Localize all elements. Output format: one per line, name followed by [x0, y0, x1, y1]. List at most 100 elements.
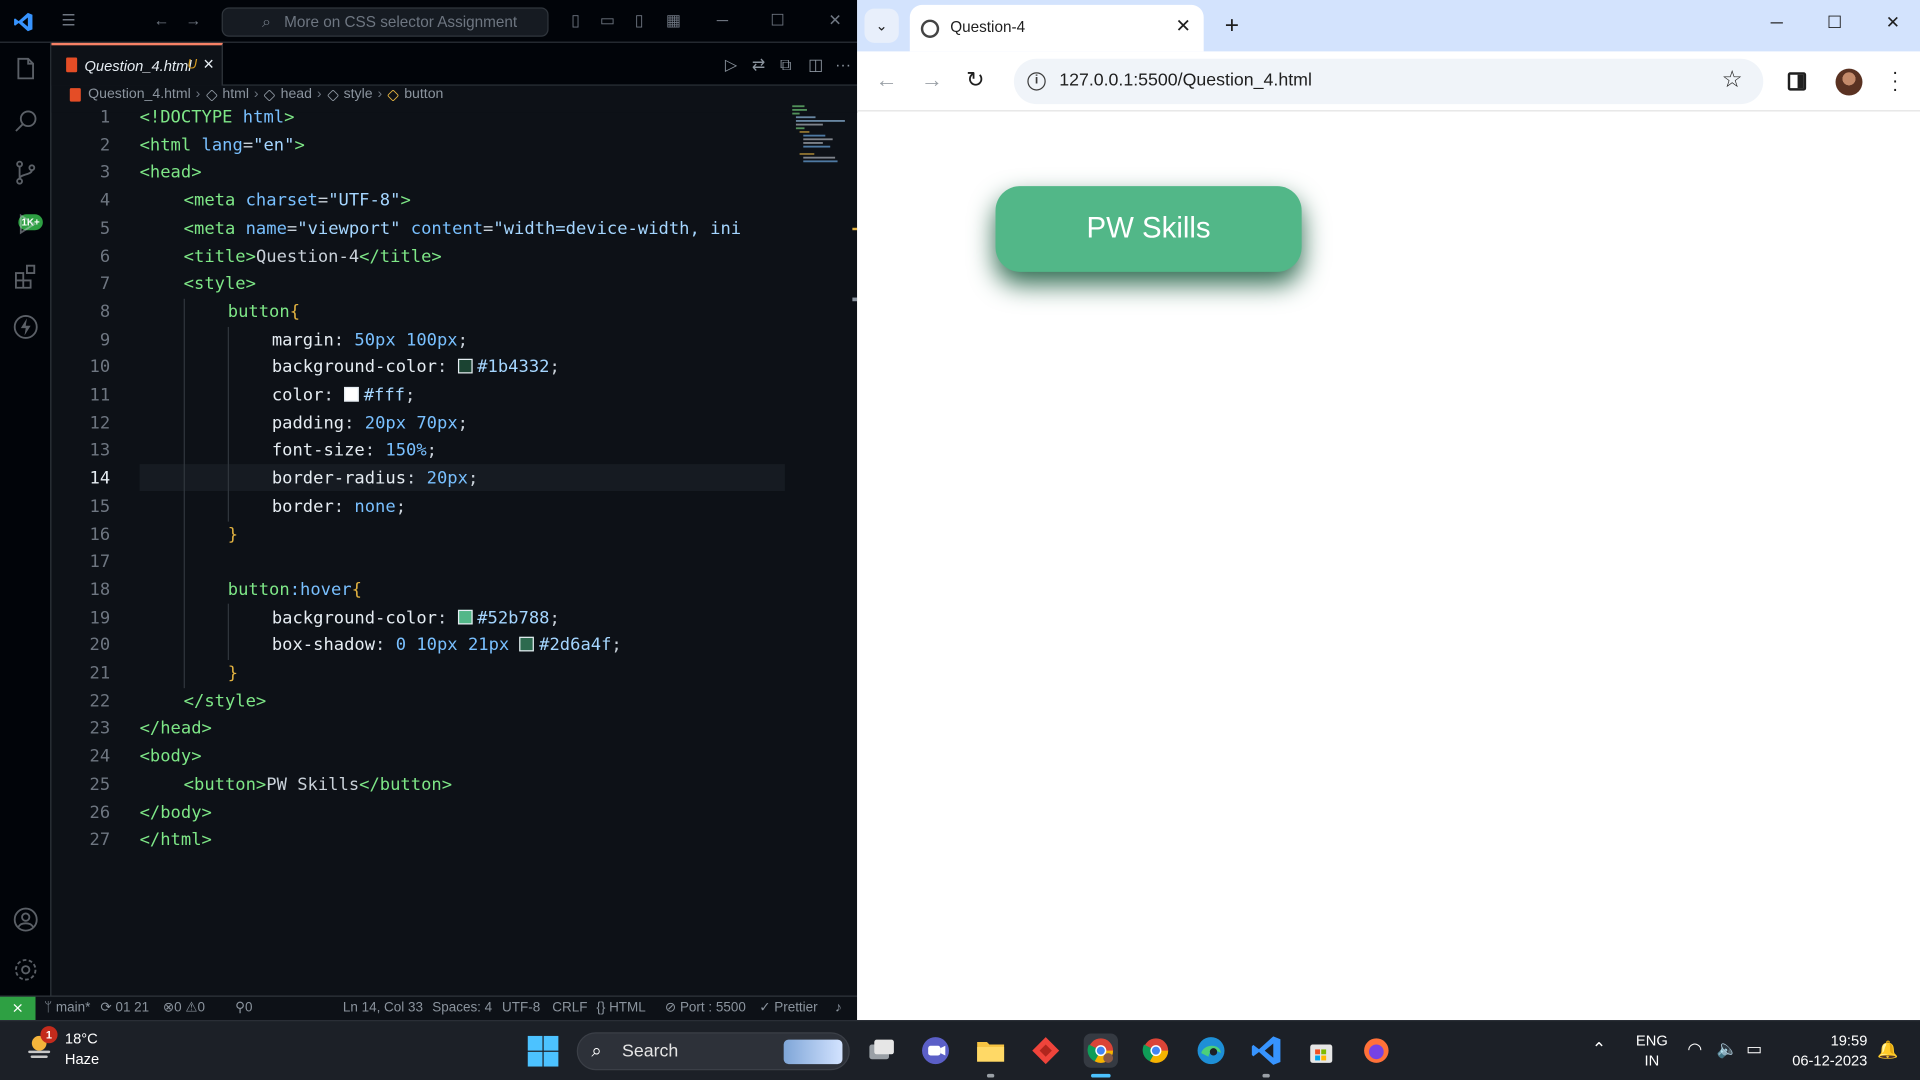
color-swatch[interactable]	[457, 609, 473, 624]
ports-status[interactable]: ⚲0	[235, 997, 252, 1020]
token: :	[323, 385, 345, 406]
remote-indicator-icon[interactable]: ⨯	[0, 996, 36, 1022]
customize-layout-icon[interactable]: ▦	[664, 12, 684, 29]
toggle-secondary-sidebar-icon[interactable]: ▯	[629, 12, 649, 29]
teams-chat-icon[interactable]	[918, 1033, 952, 1067]
search-label: Search	[622, 1042, 679, 1062]
open-preview-icon[interactable]: ⧉	[780, 56, 791, 72]
firefox-icon[interactable]	[1359, 1033, 1393, 1067]
close-tab-icon[interactable]: ×	[203, 54, 214, 75]
branch-status[interactable]: ᛘ main*	[44, 997, 90, 1020]
search-icon[interactable]	[11, 107, 40, 136]
extensions-icon[interactable]	[11, 261, 40, 290]
breadcrumb-style[interactable]: style	[344, 87, 373, 103]
site-info-icon[interactable]: i	[1027, 72, 1046, 91]
encoding-status[interactable]: UTF-8	[502, 997, 540, 1020]
close-window-icon[interactable]: ✕	[1886, 12, 1900, 33]
maximize-icon[interactable]: ☐	[1827, 12, 1842, 33]
system-clock[interactable]: 19:59 06-12-2023	[1788, 1031, 1868, 1070]
more-menu-icon[interactable]: · · ·	[1892, 63, 1899, 100]
token: charset	[235, 191, 318, 211]
compare-changes-icon[interactable]: ⇄	[752, 56, 765, 72]
maximize-icon[interactable]: ☐	[768, 12, 788, 29]
back-icon[interactable]: ←	[152, 12, 172, 29]
forward-icon[interactable]: →	[184, 12, 204, 29]
weather-description[interactable]: Haze	[65, 1051, 99, 1068]
breadcrumb-button[interactable]: button	[404, 87, 443, 103]
microsoft-store-icon[interactable]	[1304, 1033, 1338, 1067]
bookmark-star-icon[interactable]: ☆	[1722, 66, 1743, 94]
run-icon[interactable]: ▷	[725, 56, 737, 72]
problems-status[interactable]: ⊗0 ⚠0	[163, 997, 205, 1020]
eol-status[interactable]: CRLF	[552, 997, 587, 1020]
token: </style>	[183, 691, 267, 712]
breadcrumb-file[interactable]: Question_4.html	[88, 87, 191, 103]
code-line: background-color: #52b788;	[272, 604, 560, 631]
edge-icon[interactable]	[1194, 1033, 1228, 1067]
line-number: 19	[89, 608, 111, 628]
close-tab-icon[interactable]: ✕	[1176, 15, 1191, 37]
address-bar[interactable]: i 127.0.0.1:5500/Question_4.html ☆	[1013, 58, 1764, 105]
editor-tab-question4[interactable]: Question_4.html U ×	[51, 42, 223, 86]
line-number: 26	[89, 802, 111, 823]
chevron-up-icon[interactable]: ⌃	[1592, 1038, 1606, 1059]
tab-search-chevron-down-icon[interactable]: ⌄	[864, 8, 899, 43]
settings-gear-icon[interactable]	[11, 955, 40, 984]
thunder-client-icon[interactable]	[11, 312, 40, 341]
profile-avatar[interactable]	[1835, 68, 1863, 96]
source-control-icon[interactable]	[11, 158, 40, 187]
prettier-status[interactable]: ✓ Prettier	[759, 997, 817, 1020]
windows-start-icon[interactable]	[527, 1035, 559, 1067]
line-number: 2	[99, 135, 111, 156]
live-server-status[interactable]: ⊘ Port : 5500	[665, 997, 746, 1020]
color-swatch[interactable]	[519, 637, 535, 652]
line-number: 23	[89, 719, 111, 739]
chrome-active-icon[interactable]	[1083, 1033, 1118, 1068]
minimize-icon[interactable]: ─	[713, 12, 733, 29]
task-view-icon[interactable]	[864, 1033, 898, 1067]
language-mode[interactable]: {} HTML	[596, 997, 645, 1020]
battery-icon[interactable]: ▭	[1746, 1038, 1762, 1059]
command-center[interactable]: ⌕ More on CSS selector Assignment	[221, 7, 549, 37]
indentation-status[interactable]: Spaces: 4	[432, 997, 492, 1020]
anydesk-icon[interactable]	[1029, 1033, 1063, 1067]
chrome-icon[interactable]	[1139, 1033, 1173, 1067]
input-language[interactable]: ENG IN	[1636, 1031, 1668, 1070]
sync-status[interactable]: ⟳ 01 21	[100, 997, 149, 1020]
split-editor-icon[interactable]: ◫	[808, 56, 823, 72]
color-swatch[interactable]	[344, 386, 359, 402]
clock-date: 06-12-2023	[1792, 1051, 1868, 1069]
back-arrow-icon[interactable]: ←	[876, 69, 898, 91]
browser-tab[interactable]: Question-4 ✕	[909, 4, 1204, 52]
cursor-position[interactable]: Ln 14, Col 33	[343, 997, 423, 1020]
color-swatch[interactable]	[457, 359, 473, 374]
volume-icon[interactable]: 🔈	[1717, 1038, 1738, 1059]
toggle-panel-icon[interactable]: ▭	[598, 12, 618, 29]
side-panel-icon[interactable]	[1787, 72, 1807, 91]
pw-skills-button[interactable]: PW Skills	[995, 186, 1302, 272]
run-debug-icon[interactable]	[11, 209, 40, 238]
minimize-icon[interactable]: ─	[1771, 12, 1783, 32]
taskbar-search[interactable]: ⌕ Search	[576, 1032, 850, 1071]
vscode-taskbar-icon[interactable]	[1249, 1033, 1283, 1067]
wifi-icon[interactable]: ◠	[1687, 1038, 1702, 1059]
file-explorer-icon[interactable]	[973, 1033, 1007, 1067]
notification-bell-icon[interactable]: 🔔	[1877, 1040, 1898, 1061]
menu-icon[interactable]: ☰	[59, 12, 79, 29]
close-window-icon[interactable]: ✕	[825, 12, 845, 29]
toggle-primary-sidebar-icon[interactable]: ▯	[566, 12, 586, 29]
temperature[interactable]: 18°C	[65, 1030, 98, 1047]
breadcrumb-html[interactable]: html	[222, 87, 249, 103]
code-line: font-size: 150%;	[272, 438, 437, 465]
more-actions-icon[interactable]: ···	[835, 56, 851, 72]
forward-arrow-icon[interactable]: →	[921, 69, 943, 91]
explorer-icon[interactable]	[11, 55, 40, 84]
code-editor[interactable]: <!DOCTYPE html> <html lang="en"> <head> …	[140, 104, 789, 888]
url-text[interactable]: 127.0.0.1:5500/Question_4.html	[1059, 71, 1312, 91]
new-tab-plus-icon[interactable]: +	[1215, 10, 1249, 44]
minimap[interactable]	[790, 104, 849, 165]
notifications-bell-icon[interactable]: ♪	[835, 997, 842, 1020]
breadcrumb-head[interactable]: head	[281, 87, 312, 103]
accounts-icon[interactable]	[11, 905, 40, 934]
reload-icon[interactable]: ↻	[966, 69, 984, 91]
